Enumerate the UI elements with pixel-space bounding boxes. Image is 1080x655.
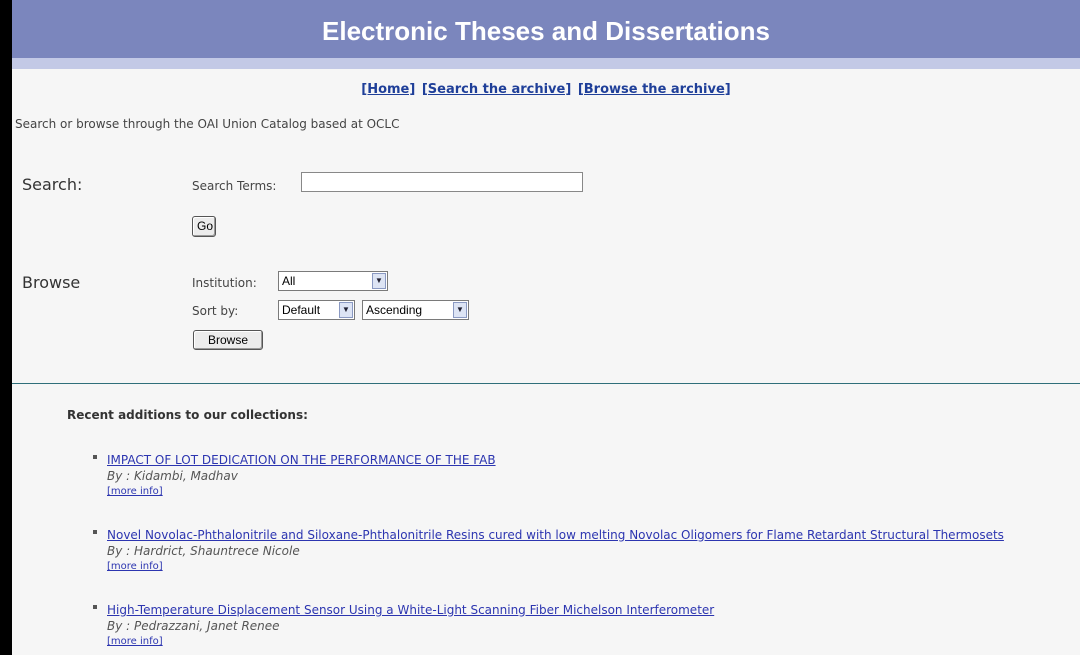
chevron-down-icon[interactable]: ▼ — [339, 302, 353, 318]
institution-select[interactable]: All ▼ — [278, 271, 388, 291]
nav-browse-link[interactable]: [Browse the archive] — [578, 82, 731, 97]
institution-select-value: All — [282, 274, 296, 288]
sort-order-value: Ascending — [366, 303, 423, 317]
section-divider — [12, 383, 1080, 384]
thesis-author: By : Pedrazzani, Janet Renee — [107, 619, 280, 633]
chevron-down-icon[interactable]: ▼ — [453, 302, 467, 318]
search-section-label: Search: — [22, 175, 83, 194]
search-terms-input[interactable] — [301, 172, 583, 192]
bullet-icon — [93, 605, 97, 609]
bullet-icon — [93, 455, 97, 459]
list-item: High-Temperature Displacement Sensor Usi… — [90, 599, 1050, 650]
institution-label: Institution: — [192, 276, 257, 290]
browse-section-label: Browse — [22, 273, 81, 292]
sortby-label: Sort by: — [192, 304, 239, 318]
more-info-link[interactable]: [more info] — [107, 634, 1050, 650]
list-item: Novel Novolac-Phthalonitrile and Siloxan… — [90, 524, 1050, 575]
thesis-title-link[interactable]: IMPACT OF LOT DEDICATION ON THE PERFORMA… — [107, 453, 496, 467]
sort-field-select[interactable]: Default ▼ — [278, 300, 355, 320]
search-terms-label: Search Terms: — [192, 179, 277, 193]
list-item: IMPACT OF LOT DEDICATION ON THE PERFORMA… — [90, 449, 1050, 500]
banner-rule — [12, 58, 1080, 69]
thesis-author: By : Hardrict, Shauntrece Nicole — [107, 544, 300, 558]
browse-button[interactable]: Browse — [193, 330, 263, 350]
more-info-link[interactable]: [more info] — [107, 559, 1050, 575]
nav-home-link[interactable]: [Home] — [361, 82, 415, 97]
recent-additions-heading: Recent additions to our collections: — [67, 408, 308, 422]
recent-additions-list: IMPACT OF LOT DEDICATION ON THE PERFORMA… — [90, 449, 1050, 655]
chevron-down-icon[interactable]: ▼ — [372, 273, 386, 289]
thesis-title-link[interactable]: High-Temperature Displacement Sensor Usi… — [107, 603, 714, 617]
intro-text: Search or browse through the OAI Union C… — [15, 117, 400, 131]
sort-order-select[interactable]: Ascending ▼ — [362, 300, 469, 320]
page-frame: Electronic Theses and Dissertations [Hom… — [12, 0, 1080, 655]
nav-search-link[interactable]: [Search the archive] — [422, 82, 571, 97]
sort-field-value: Default — [282, 303, 321, 317]
page-title: Electronic Theses and Dissertations — [12, 0, 1080, 58]
top-nav: [Home] [Search the archive] [Browse the … — [12, 82, 1080, 97]
more-info-link[interactable]: [more info] — [107, 484, 1050, 500]
thesis-author: By : Kidambi, Madhav — [107, 469, 238, 483]
go-button[interactable]: Go — [192, 216, 216, 237]
bullet-icon — [93, 530, 97, 534]
thesis-title-link[interactable]: Novel Novolac-Phthalonitrile and Siloxan… — [107, 528, 1004, 542]
